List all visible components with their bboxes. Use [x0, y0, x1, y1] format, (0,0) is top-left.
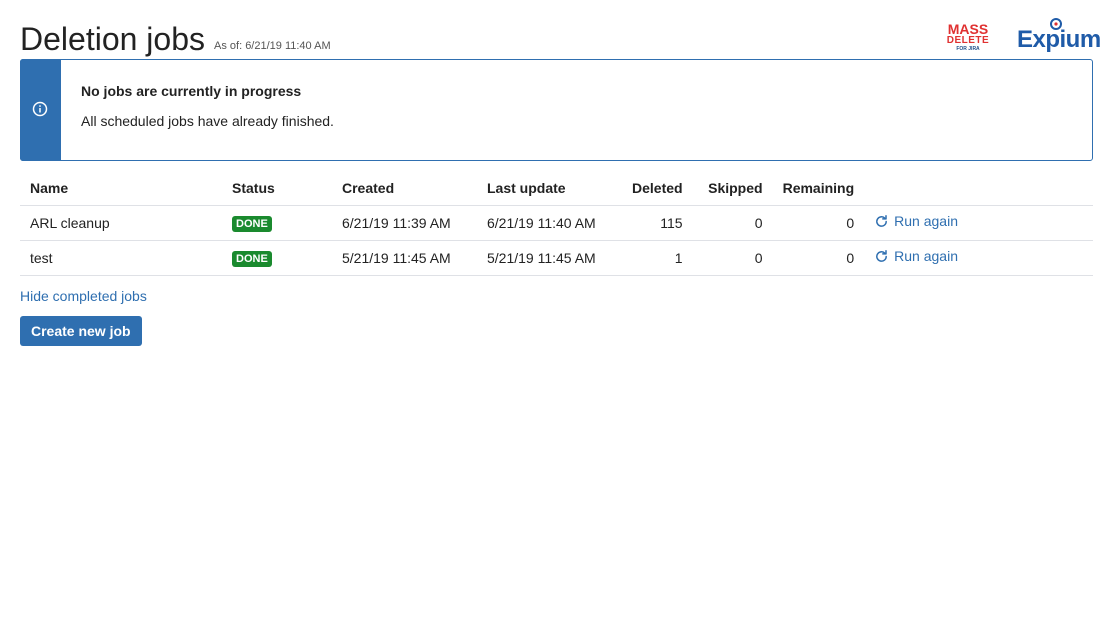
table-row: ARL cleanup DONE 6/21/19 11:39 AM 6/21/1…: [20, 205, 1093, 241]
column-header-status: Status: [222, 172, 332, 206]
as-of-timestamp: As of: 6/21/19 11:40 AM: [214, 40, 331, 52]
table-header-row: Name Status Created Last update Deleted …: [20, 172, 1093, 206]
expium-logo: Expium: [1017, 18, 1101, 58]
expium-logo-word: Expium: [1017, 26, 1101, 53]
job-remaining-count: 0: [772, 240, 865, 276]
job-actions-cell: Run again: [864, 205, 1093, 241]
job-remaining-count: 0: [772, 205, 865, 241]
run-again-link[interactable]: Run again: [874, 213, 958, 229]
status-badge: DONE: [232, 215, 272, 232]
column-header-created: Created: [332, 172, 477, 206]
hide-completed-jobs-link[interactable]: Hide completed jobs: [20, 288, 147, 304]
column-header-last-update: Last update: [477, 172, 622, 206]
job-skipped-count: 0: [692, 205, 773, 241]
column-header-skipped: Skipped: [692, 172, 773, 206]
create-new-job-button[interactable]: Create new job: [20, 316, 142, 346]
job-deleted-count: 1: [622, 240, 693, 276]
as-of-label: As of:: [214, 40, 243, 52]
run-again-link[interactable]: Run again: [874, 248, 958, 264]
info-message-bar: [20, 59, 61, 161]
jobs-table: Name Status Created Last update Deleted …: [20, 172, 1093, 276]
page-title: Deletion jobs: [20, 21, 205, 57]
column-header-actions: [864, 172, 1093, 206]
info-message-text: All scheduled jobs have already finished…: [81, 113, 334, 129]
mass-delete-logo-line3: FOR JIRA: [956, 46, 980, 52]
info-message-panel: No jobs are currently in progress All sc…: [20, 59, 1093, 161]
info-icon: [32, 101, 48, 117]
job-status-cell: DONE: [222, 240, 332, 276]
job-created: 5/21/19 11:45 AM: [332, 240, 477, 276]
job-created: 6/21/19 11:39 AM: [332, 205, 477, 241]
info-message-title: No jobs are currently in progress: [81, 83, 302, 99]
mass-delete-logo-line1: MASS: [947, 21, 989, 37]
run-again-label: Run again: [894, 213, 958, 230]
refresh-icon: [876, 214, 888, 227]
page-header: Deletion jobs As of: 6/21/19 11:40 AM MA…: [20, 18, 1101, 58]
column-header-remaining: Remaining: [772, 172, 865, 206]
job-name: test: [20, 240, 222, 276]
column-header-deleted: Deleted: [622, 172, 693, 206]
mass-delete-logo-line2: DELETE: [946, 35, 990, 46]
table-row: test DONE 5/21/19 11:45 AM 5/21/19 11:45…: [20, 240, 1093, 276]
job-actions-cell: Run again: [864, 240, 1093, 276]
run-again-label: Run again: [894, 248, 958, 265]
job-deleted-count: 115: [622, 205, 693, 241]
status-badge: DONE: [232, 250, 272, 267]
job-last-update: 5/21/19 11:45 AM: [477, 240, 622, 276]
job-name: ARL cleanup: [20, 205, 222, 241]
job-last-update: 6/21/19 11:40 AM: [477, 205, 622, 241]
column-header-name: Name: [20, 172, 222, 206]
job-status-cell: DONE: [222, 205, 332, 241]
refresh-icon: [876, 249, 888, 262]
job-skipped-count: 0: [692, 240, 773, 276]
as-of-value: 6/21/19 11:40 AM: [245, 40, 331, 52]
mass-delete-logo: MASS DELETE FOR JIRA: [944, 22, 992, 52]
